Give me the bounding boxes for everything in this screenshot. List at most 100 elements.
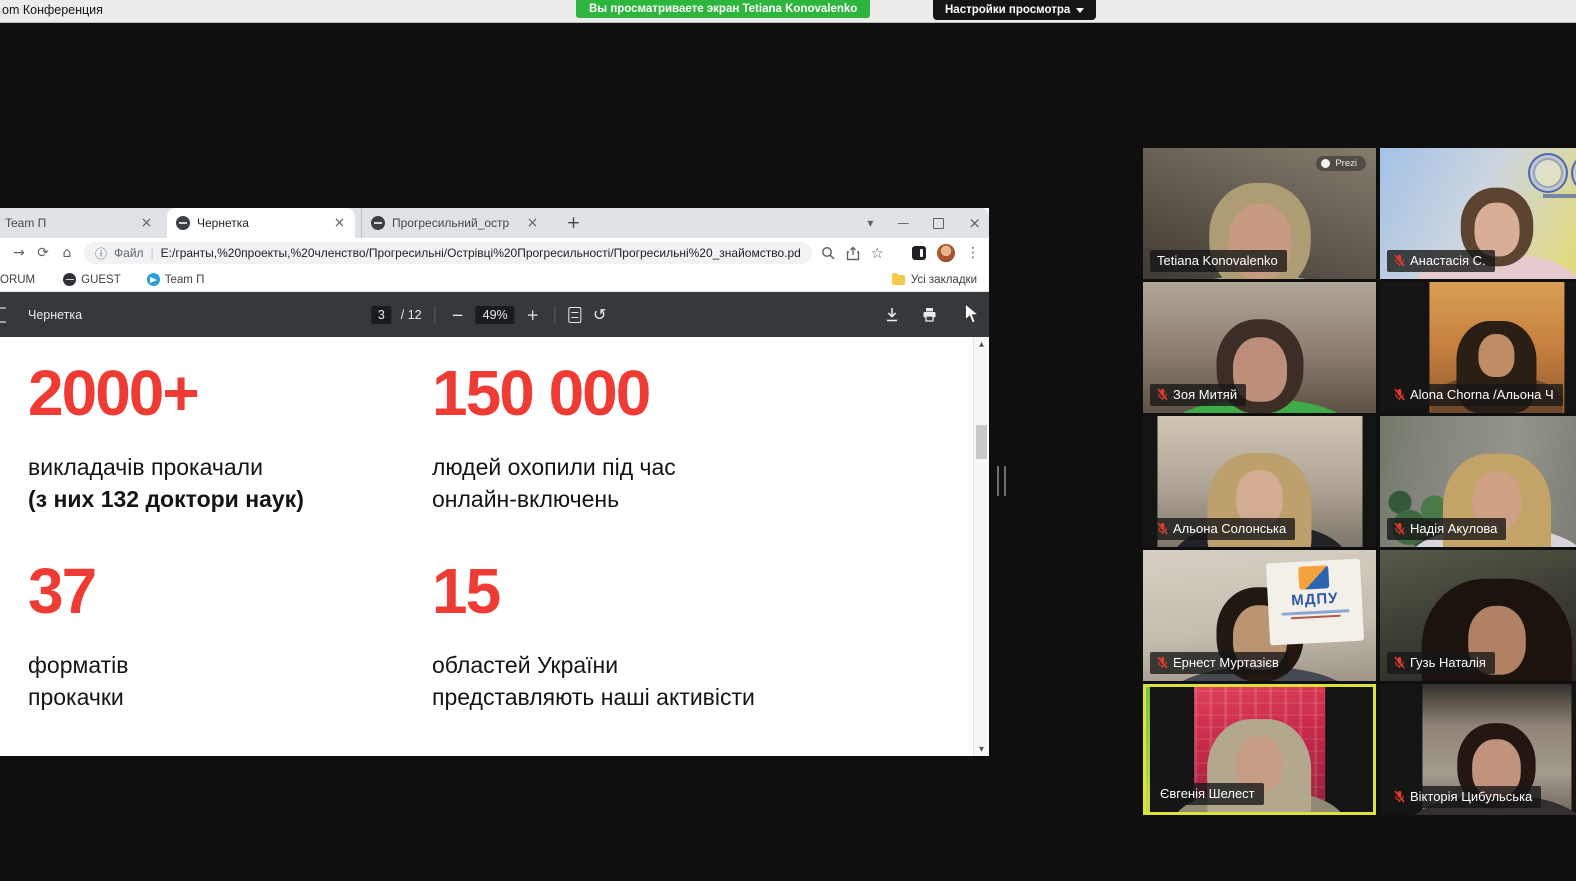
chevron-down-icon bbox=[1076, 8, 1084, 13]
close-icon[interactable]: × bbox=[968, 214, 981, 232]
maximize-icon[interactable] bbox=[933, 218, 944, 229]
participant-name: Вікторія Цибульська bbox=[1410, 789, 1532, 804]
toolbar-icons: ☆ ⋮ bbox=[821, 244, 980, 262]
minimize-icon[interactable]: — bbox=[897, 216, 909, 230]
bookmark-team-p[interactable]: Team П bbox=[147, 273, 205, 286]
participant-tile[interactable]: Зоя Митяй bbox=[1143, 282, 1376, 413]
participant-tile[interactable]: Гузь Наталія bbox=[1380, 550, 1576, 681]
participant-tile[interactable]: МДПУ Ернест Муртазієв bbox=[1143, 550, 1376, 681]
tab-chernetka[interactable]: Чернетка × bbox=[167, 208, 355, 238]
profile-avatar[interactable] bbox=[937, 244, 955, 262]
muted-mic-icon bbox=[1157, 656, 1168, 669]
muted-mic-icon bbox=[1157, 522, 1168, 535]
forward-icon[interactable]: → bbox=[7, 245, 31, 261]
app-title: om Конференция bbox=[2, 3, 103, 17]
tab-close-icon[interactable]: × bbox=[524, 215, 541, 232]
muted-mic-icon bbox=[1394, 790, 1405, 803]
url-separator: | bbox=[151, 246, 154, 260]
muted-mic-icon bbox=[1394, 656, 1405, 669]
muted-mic-icon bbox=[1394, 254, 1405, 267]
muted-mic-icon bbox=[1157, 388, 1168, 401]
tab-search-icon[interactable]: ▾ bbox=[867, 216, 873, 230]
bookmark-guest[interactable]: GUEST bbox=[63, 273, 121, 286]
rotate-icon[interactable]: ↺ bbox=[591, 305, 609, 324]
stamp-caption-line bbox=[1543, 194, 1576, 198]
panel-resize-handle[interactable] bbox=[997, 466, 1006, 496]
participant-name-label: Alona Chorna /Альона Ч bbox=[1387, 384, 1563, 406]
share-icon[interactable] bbox=[846, 246, 860, 261]
participant-name: Зоя Митяй bbox=[1173, 387, 1237, 402]
pdf-menu-icon[interactable] bbox=[0, 307, 6, 323]
reload-icon[interactable]: ⟳ bbox=[31, 245, 55, 261]
participant-name: Ернест Муртазієв bbox=[1173, 655, 1279, 670]
stat-line: представляють наші активісти bbox=[432, 681, 755, 713]
new-tab-button[interactable]: + bbox=[562, 212, 585, 235]
address-bar[interactable]: ⓘ Файл | E:/гранты,%20проекты,%20членств… bbox=[84, 242, 812, 264]
window-controls: ▾ — × bbox=[867, 208, 981, 238]
print-icon[interactable] bbox=[922, 307, 937, 322]
participant-tile-active-speaker[interactable]: Євгенія Шелест bbox=[1143, 684, 1376, 815]
pdf-page: 2000+ викладачів прокачали (з них 132 до… bbox=[0, 337, 989, 756]
pdf-scrollbar[interactable]: ▲ ▼ bbox=[973, 337, 989, 756]
participant-tile[interactable]: Анастасія С. bbox=[1380, 148, 1576, 279]
info-icon[interactable]: ⓘ bbox=[95, 245, 107, 262]
participant-tile[interactable]: Надія Акулова bbox=[1380, 416, 1576, 547]
mdpu-logo-icon bbox=[1298, 565, 1329, 590]
globe-favicon bbox=[176, 216, 190, 230]
mdpu-caption-line bbox=[1290, 615, 1341, 620]
participant-name: Надія Акулова bbox=[1410, 521, 1497, 536]
tab-close-icon[interactable]: × bbox=[331, 215, 348, 232]
view-settings-button[interactable]: Настройки просмотра bbox=[933, 0, 1096, 20]
home-icon[interactable]: ⌂ bbox=[55, 245, 79, 261]
participant-name-label: Альона Солонська bbox=[1150, 518, 1295, 540]
bookmarks-bar: ORUM GUEST Team П Усі закладки bbox=[0, 268, 989, 292]
all-bookmarks-button[interactable]: Усі закладки bbox=[892, 274, 977, 286]
participant-tile[interactable]: Alona Chorna /Альона Ч bbox=[1380, 282, 1576, 413]
url-text: E:/гранты,%20проекты,%20членство/Прогрес… bbox=[161, 246, 801, 260]
page-number-input[interactable]: 3 bbox=[371, 306, 392, 324]
mdpu-sign: МДПУ bbox=[1266, 559, 1364, 646]
zoom-in-button[interactable]: + bbox=[524, 306, 542, 324]
tab-progresylnyi[interactable]: Прогресильний_острівець_зн × bbox=[361, 208, 548, 238]
scroll-down-icon[interactable]: ▼ bbox=[974, 745, 989, 753]
tab-close-icon[interactable]: × bbox=[138, 215, 155, 232]
menu-dots-icon[interactable]: ⋮ bbox=[966, 245, 980, 261]
stat-line: людей охопили під час bbox=[432, 451, 676, 483]
scroll-up-icon[interactable]: ▲ bbox=[974, 340, 989, 348]
tab-title: Team П bbox=[5, 216, 131, 230]
tab-team-p[interactable]: Team П × bbox=[0, 208, 162, 238]
muted-mic-icon bbox=[1394, 522, 1405, 535]
download-icon[interactable] bbox=[885, 307, 899, 323]
stat-value: 15 bbox=[432, 559, 755, 623]
prezi-logo-icon bbox=[1321, 159, 1330, 168]
university-logo-stamps bbox=[1528, 153, 1576, 193]
bookmark-star-icon[interactable]: ☆ bbox=[871, 244, 884, 262]
zoom-out-button[interactable]: − bbox=[449, 306, 467, 324]
participant-name: Гузь Наталія bbox=[1410, 655, 1486, 670]
scrollbar-thumb[interactable] bbox=[976, 425, 987, 459]
stat-line: прокачки bbox=[28, 681, 128, 713]
mdpu-label: МДПУ bbox=[1267, 589, 1362, 611]
zoom-magnifier-icon[interactable] bbox=[821, 246, 835, 260]
page-total-label: / 12 bbox=[401, 308, 422, 322]
shared-browser-window: Team П × Чернетка × Прогресильний_острів… bbox=[0, 208, 989, 755]
stat-value: 2000+ bbox=[28, 361, 304, 425]
speaker-border-accent bbox=[1146, 687, 1150, 812]
participant-tile[interactable]: Prezi Tetiana Konovalenko bbox=[1143, 148, 1376, 279]
participant-name: Альона Солонська bbox=[1173, 521, 1286, 536]
participant-tile[interactable]: Альона Солонська bbox=[1143, 416, 1376, 547]
fit-page-icon[interactable] bbox=[569, 307, 582, 323]
stamp-icon bbox=[1571, 153, 1576, 193]
participants-grid: Prezi Tetiana Konovalenko Анастасія С. bbox=[1143, 148, 1576, 815]
view-settings-label: Настройки просмотра bbox=[945, 4, 1070, 16]
participant-name-label: Tetiana Konovalenko bbox=[1150, 250, 1287, 272]
zoom-level-input[interactable]: 49% bbox=[476, 306, 515, 324]
participant-name: Tetiana Konovalenko bbox=[1157, 253, 1278, 268]
side-panel-icon[interactable] bbox=[912, 246, 926, 260]
pdf-document-title: Чернетка bbox=[28, 308, 82, 322]
stat-block: 150 000 людей охопили під час онлайн-вкл… bbox=[432, 361, 676, 515]
participant-tile[interactable]: Вікторія Цибульська bbox=[1380, 684, 1576, 815]
silhouette-face bbox=[1474, 203, 1519, 257]
stat-value: 37 bbox=[28, 559, 128, 623]
bookmark-forum[interactable]: ORUM bbox=[0, 274, 35, 286]
